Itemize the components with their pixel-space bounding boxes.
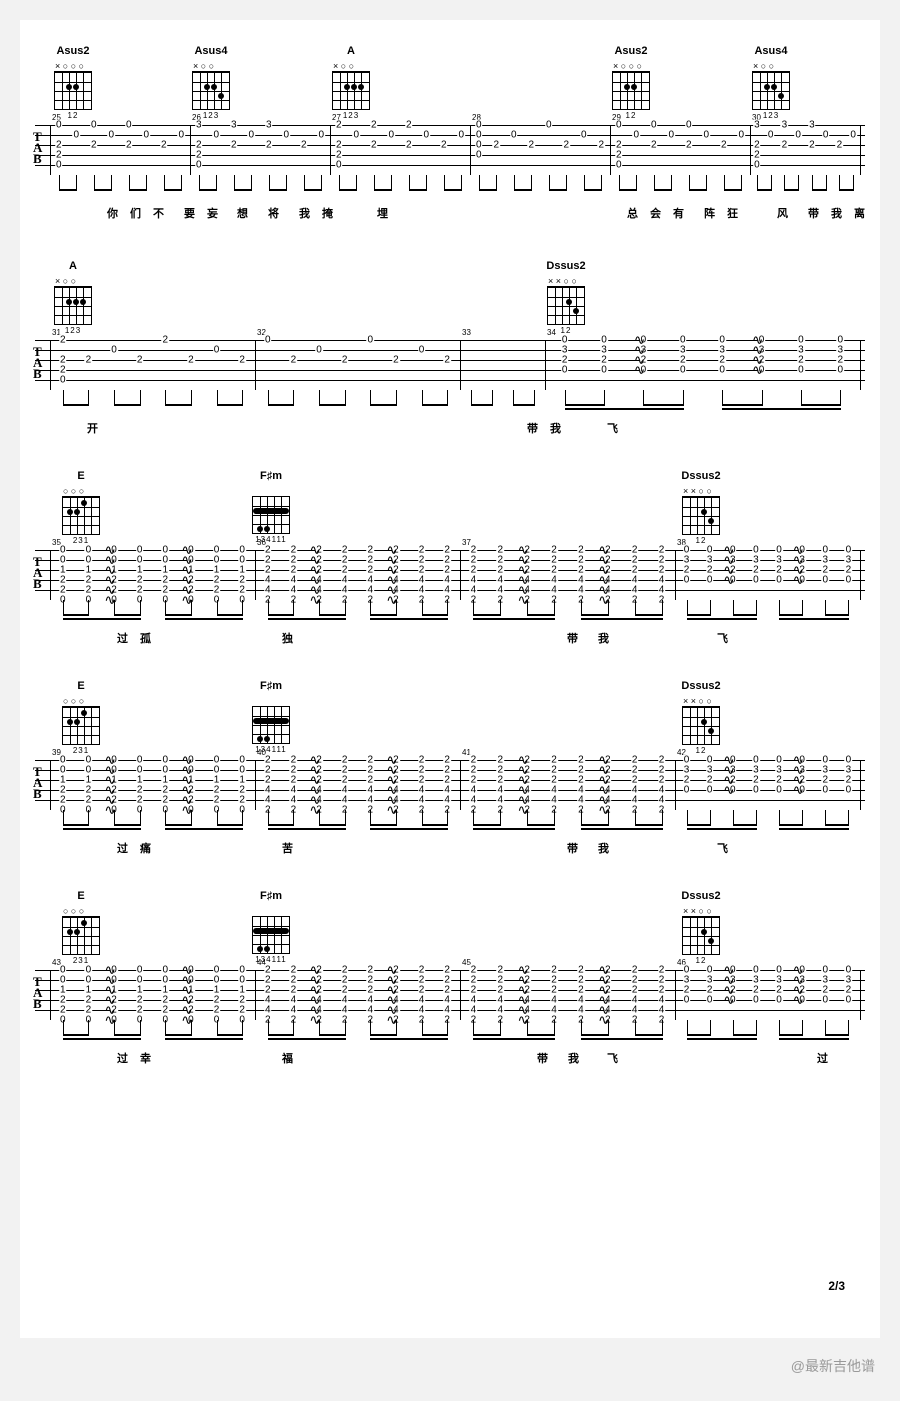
chord-diagram: A× ○ ○123 [52,260,94,335]
lyric-line: 你 们 不 要 妄 [105,205,220,221]
tab-system: 2526272829300220002002020322003203202022… [35,125,865,175]
lyric-line: 想 将 我 掩 [235,205,335,221]
lyric-line: 带 我 [565,630,611,646]
tab-system: 43444546001220001220001220∿∿∿∿∿∿00122000… [35,970,865,1020]
chord-diagram: E○ ○ ○231 [60,680,102,755]
lyric-line: 过 痛 [115,840,153,856]
lyric-line: 飞 [715,630,730,646]
chord-diagram: A× ○ ○123 [330,45,372,120]
lyric-line: 飞 [605,420,620,436]
lyric-line: 苦 [280,840,295,856]
sheet: { "page_number": "2/3", "watermark": "@最… [20,20,880,1338]
page: { "page_number": "2/3", "watermark": "@最… [0,0,900,1401]
lyric-line: 风 带 我 离 [775,205,867,221]
page-number: 2/3 [828,1279,845,1293]
lyric-line: 带 我 飞 [535,1050,620,1066]
chord-diagram: Asus2× ○ ○ ○12 [610,45,652,120]
chord-diagram: Dssus2× × ○ ○12 [680,890,722,965]
chord-diagram: F♯m134111 [250,890,292,964]
chord-diagram: E○ ○ ○231 [60,890,102,965]
tab-label: TAB [33,556,42,589]
tab-system: 35363738001220001220001220∿∿∿∿∿∿00122000… [35,550,865,600]
tab-system: 313233342220202220202020202032003200320∿… [35,340,865,390]
lyric-line: 带 我 [565,840,611,856]
tab-label: TAB [33,766,42,799]
chord-diagram: Asus4× ○ ○123 [190,45,232,120]
lyric-line: 埋 [375,205,390,221]
chord-diagram: Dssus2× × ○ ○12 [680,470,722,545]
chord-diagram: F♯m134111 [250,470,292,544]
lyric-line: 开 [85,420,100,436]
chord-diagram: Dssus2× × ○ ○12 [680,680,722,755]
lyric-line: 过 幸 [115,1050,153,1066]
tab-label: TAB [33,131,42,164]
lyric-line: 过 孤 [115,630,153,646]
chord-diagram: Asus4× ○ ○123 [750,45,792,120]
lyric-line: 过 [815,1050,830,1066]
chord-diagram: E○ ○ ○231 [60,470,102,545]
lyric-line: 福 [280,1050,295,1066]
lyric-line: 带 我 [525,420,563,436]
chord-diagram: Asus2× ○ ○ ○12 [52,45,94,120]
tab-label: TAB [33,976,42,1009]
lyric-line: 独 [280,630,295,646]
chord-diagram: Dssus2× × ○ ○12 [545,260,587,335]
watermark: @最新吉他谱 [791,1356,875,1376]
lyric-line: 总 会 有 阵 狂 [625,205,740,221]
tab-label: TAB [33,346,42,379]
lyric-line: 飞 [715,840,730,856]
chord-diagram: F♯m134111 [250,680,292,754]
tab-system: 39404142001220001220001220∿∿∿∿∿∿00122000… [35,760,865,810]
